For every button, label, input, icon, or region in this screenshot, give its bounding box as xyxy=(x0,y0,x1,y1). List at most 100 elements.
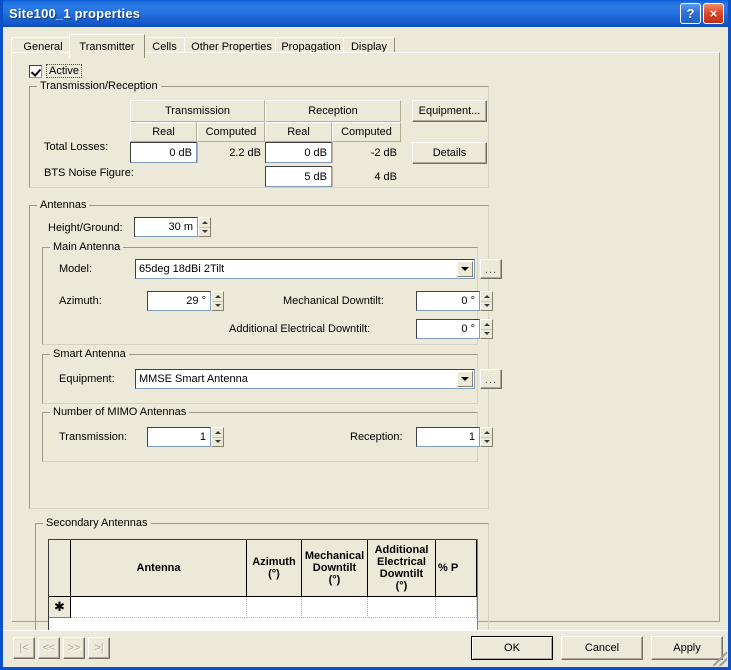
mechanical-downtilt-stepper[interactable] xyxy=(480,291,493,311)
col-header-rx-computed: Computed xyxy=(332,122,401,142)
stepper-up-icon[interactable] xyxy=(212,428,223,438)
main-antenna-group-title: Main Antenna xyxy=(50,241,124,253)
stepper-down-icon[interactable] xyxy=(481,330,492,339)
total-losses-rx-computed-value: -2 dB xyxy=(332,142,401,163)
grid-header-mechanical-downtilt[interactable]: Mechanical Downtilt (°) xyxy=(302,540,368,596)
tab-transmitter[interactable]: Transmitter xyxy=(69,34,145,58)
active-checkbox[interactable]: Active xyxy=(29,64,82,78)
cell-additional-electrical-downtilt[interactable] xyxy=(368,597,436,618)
dialog-footer: |< << >> >| OK Cancel Apply xyxy=(3,630,728,667)
secondary-antennas-group: Secondary Antennas Antenna Azimuth (°) M… xyxy=(35,517,489,630)
grid-header-antenna[interactable]: Antenna xyxy=(71,540,247,596)
cell-mechanical-downtilt[interactable] xyxy=(302,597,368,618)
cell-azimuth[interactable] xyxy=(247,597,302,618)
stepper-up-icon[interactable] xyxy=(199,218,210,228)
cancel-button[interactable]: Cancel xyxy=(561,636,643,660)
stepper-down-icon[interactable] xyxy=(212,438,223,447)
properties-dialog: Site100_1 properties ? × General Transmi… xyxy=(0,0,731,670)
col-header-reception: Reception xyxy=(265,100,401,122)
transmission-reception-group-title: Transmission/Reception xyxy=(37,80,161,92)
equipment-button[interactable]: Equipment... xyxy=(412,100,487,122)
stepper-up-icon[interactable] xyxy=(481,292,492,302)
secondary-antennas-grid[interactable]: Antenna Azimuth (°) Mechanical Downtilt … xyxy=(48,539,478,630)
chevron-down-icon[interactable] xyxy=(457,371,473,387)
mimo-antennas-group: Number of MIMO Antennas Transmission: 1 … xyxy=(42,406,493,462)
col-header-tx-computed: Computed xyxy=(197,122,265,142)
total-losses-label: Total Losses: xyxy=(44,141,109,153)
stepper-down-icon[interactable] xyxy=(481,302,492,311)
mechanical-downtilt-input[interactable]: 0 ° xyxy=(416,291,480,311)
azimuth-input[interactable]: 29 ° xyxy=(147,291,211,311)
col-header-transmission: Transmission xyxy=(130,100,265,122)
stepper-up-icon[interactable] xyxy=(481,428,492,438)
smart-antenna-equipment-label: Equipment: xyxy=(59,373,115,385)
nav-prev-button[interactable]: << xyxy=(38,637,60,659)
nav-last-button[interactable]: >| xyxy=(88,637,110,659)
antennas-group-title: Antennas xyxy=(37,199,90,211)
mimo-transmission-label: Transmission: xyxy=(59,431,128,443)
active-checkbox-label: Active xyxy=(46,64,82,78)
transmission-reception-group: Transmission/Reception Total Losses: BTS… xyxy=(29,80,489,188)
nav-next-button[interactable]: >> xyxy=(63,637,85,659)
help-icon[interactable]: ? xyxy=(680,3,701,24)
antenna-model-combo[interactable]: 65deg 18dBi 2Tilt xyxy=(135,259,475,279)
grid-header-selector xyxy=(49,540,71,596)
mimo-transmission-input[interactable]: 1 xyxy=(147,427,211,447)
bts-noise-figure-rx-computed-value: 4 dB xyxy=(332,166,401,187)
transmitter-tab-panel: Active Transmission/Reception Total Loss… xyxy=(11,52,720,630)
stepper-down-icon[interactable] xyxy=(212,302,223,311)
cell-antenna[interactable] xyxy=(71,597,247,618)
col-header-rx-real: Real xyxy=(265,122,332,142)
grid-header-azimuth[interactable]: Azimuth (°) xyxy=(247,540,302,596)
antenna-model-value: 65deg 18dBi 2Tilt xyxy=(139,263,225,275)
ok-button[interactable]: OK xyxy=(471,636,553,660)
nav-first-button[interactable]: |< xyxy=(13,637,35,659)
smart-antenna-group-title: Smart Antenna xyxy=(50,348,129,360)
total-losses-tx-computed-value: 2.2 dB xyxy=(197,142,265,163)
col-header-tx-real: Real xyxy=(130,122,197,142)
total-losses-rx-real-input[interactable]: 0 dB xyxy=(265,142,332,163)
secondary-antennas-grid-header: Antenna Azimuth (°) Mechanical Downtilt … xyxy=(49,540,477,597)
table-row[interactable]: ✱ xyxy=(49,597,477,619)
smart-antenna-equipment-value: MMSE Smart Antenna xyxy=(139,373,248,385)
antennas-group: Antennas Height/Ground: 30 m Main Antenn… xyxy=(29,199,502,509)
stepper-down-icon[interactable] xyxy=(199,228,210,237)
stepper-up-icon[interactable] xyxy=(212,292,223,302)
resize-grip-icon[interactable] xyxy=(713,652,727,666)
total-losses-tx-real-input[interactable]: 0 dB xyxy=(130,142,197,163)
title-bar-buttons: ? × xyxy=(680,3,726,24)
mimo-reception-input[interactable]: 1 xyxy=(416,427,480,447)
main-antenna-group: Main Antenna Model: 65deg 18dBi 2Tilt ..… xyxy=(42,241,502,345)
additional-electrical-downtilt-label: Additional Electrical Downtilt: xyxy=(229,323,371,335)
dialog-client-area: General Transmitter Cells Other Properti… xyxy=(3,27,728,630)
height-ground-label: Height/Ground: xyxy=(48,222,123,234)
bts-noise-figure-rx-real-input[interactable]: 5 dB xyxy=(265,166,332,187)
model-label: Model: xyxy=(59,263,93,275)
mimo-transmission-stepper[interactable] xyxy=(211,427,224,447)
checkbox-check-icon[interactable] xyxy=(29,64,42,78)
details-button[interactable]: Details xyxy=(412,142,487,164)
smart-antenna-browse-button[interactable]: ... xyxy=(480,369,502,389)
grid-header-percent-power[interactable]: % P xyxy=(436,540,477,596)
mechanical-downtilt-label: Mechanical Downtilt: xyxy=(283,295,384,307)
grid-header-additional-electrical-downtilt[interactable]: Additional Electrical Downtilt (°) xyxy=(368,540,436,596)
secondary-antennas-group-title: Secondary Antennas xyxy=(43,517,151,529)
bts-noise-figure-label: BTS Noise Figure: xyxy=(44,167,134,179)
mimo-antennas-group-title: Number of MIMO Antennas xyxy=(50,406,190,418)
stepper-up-icon[interactable] xyxy=(481,320,492,330)
height-ground-input[interactable]: 30 m xyxy=(134,217,198,237)
additional-electrical-downtilt-stepper[interactable] xyxy=(480,319,493,339)
row-new-marker-icon: ✱ xyxy=(49,597,71,618)
close-icon[interactable]: × xyxy=(703,3,724,24)
chevron-down-icon[interactable] xyxy=(457,261,473,277)
additional-electrical-downtilt-input[interactable]: 0 ° xyxy=(416,319,480,339)
stepper-down-icon[interactable] xyxy=(481,438,492,447)
azimuth-stepper[interactable] xyxy=(211,291,224,311)
mimo-reception-stepper[interactable] xyxy=(480,427,493,447)
smart-antenna-equipment-combo[interactable]: MMSE Smart Antenna xyxy=(135,369,475,389)
smart-antenna-group: Smart Antenna Equipment: MMSE Smart Ante… xyxy=(42,348,502,404)
antenna-model-browse-button[interactable]: ... xyxy=(480,259,502,279)
height-ground-stepper[interactable] xyxy=(198,217,211,237)
title-bar[interactable]: Site100_1 properties ? × xyxy=(3,0,728,27)
cell-percent-power[interactable] xyxy=(436,597,477,618)
